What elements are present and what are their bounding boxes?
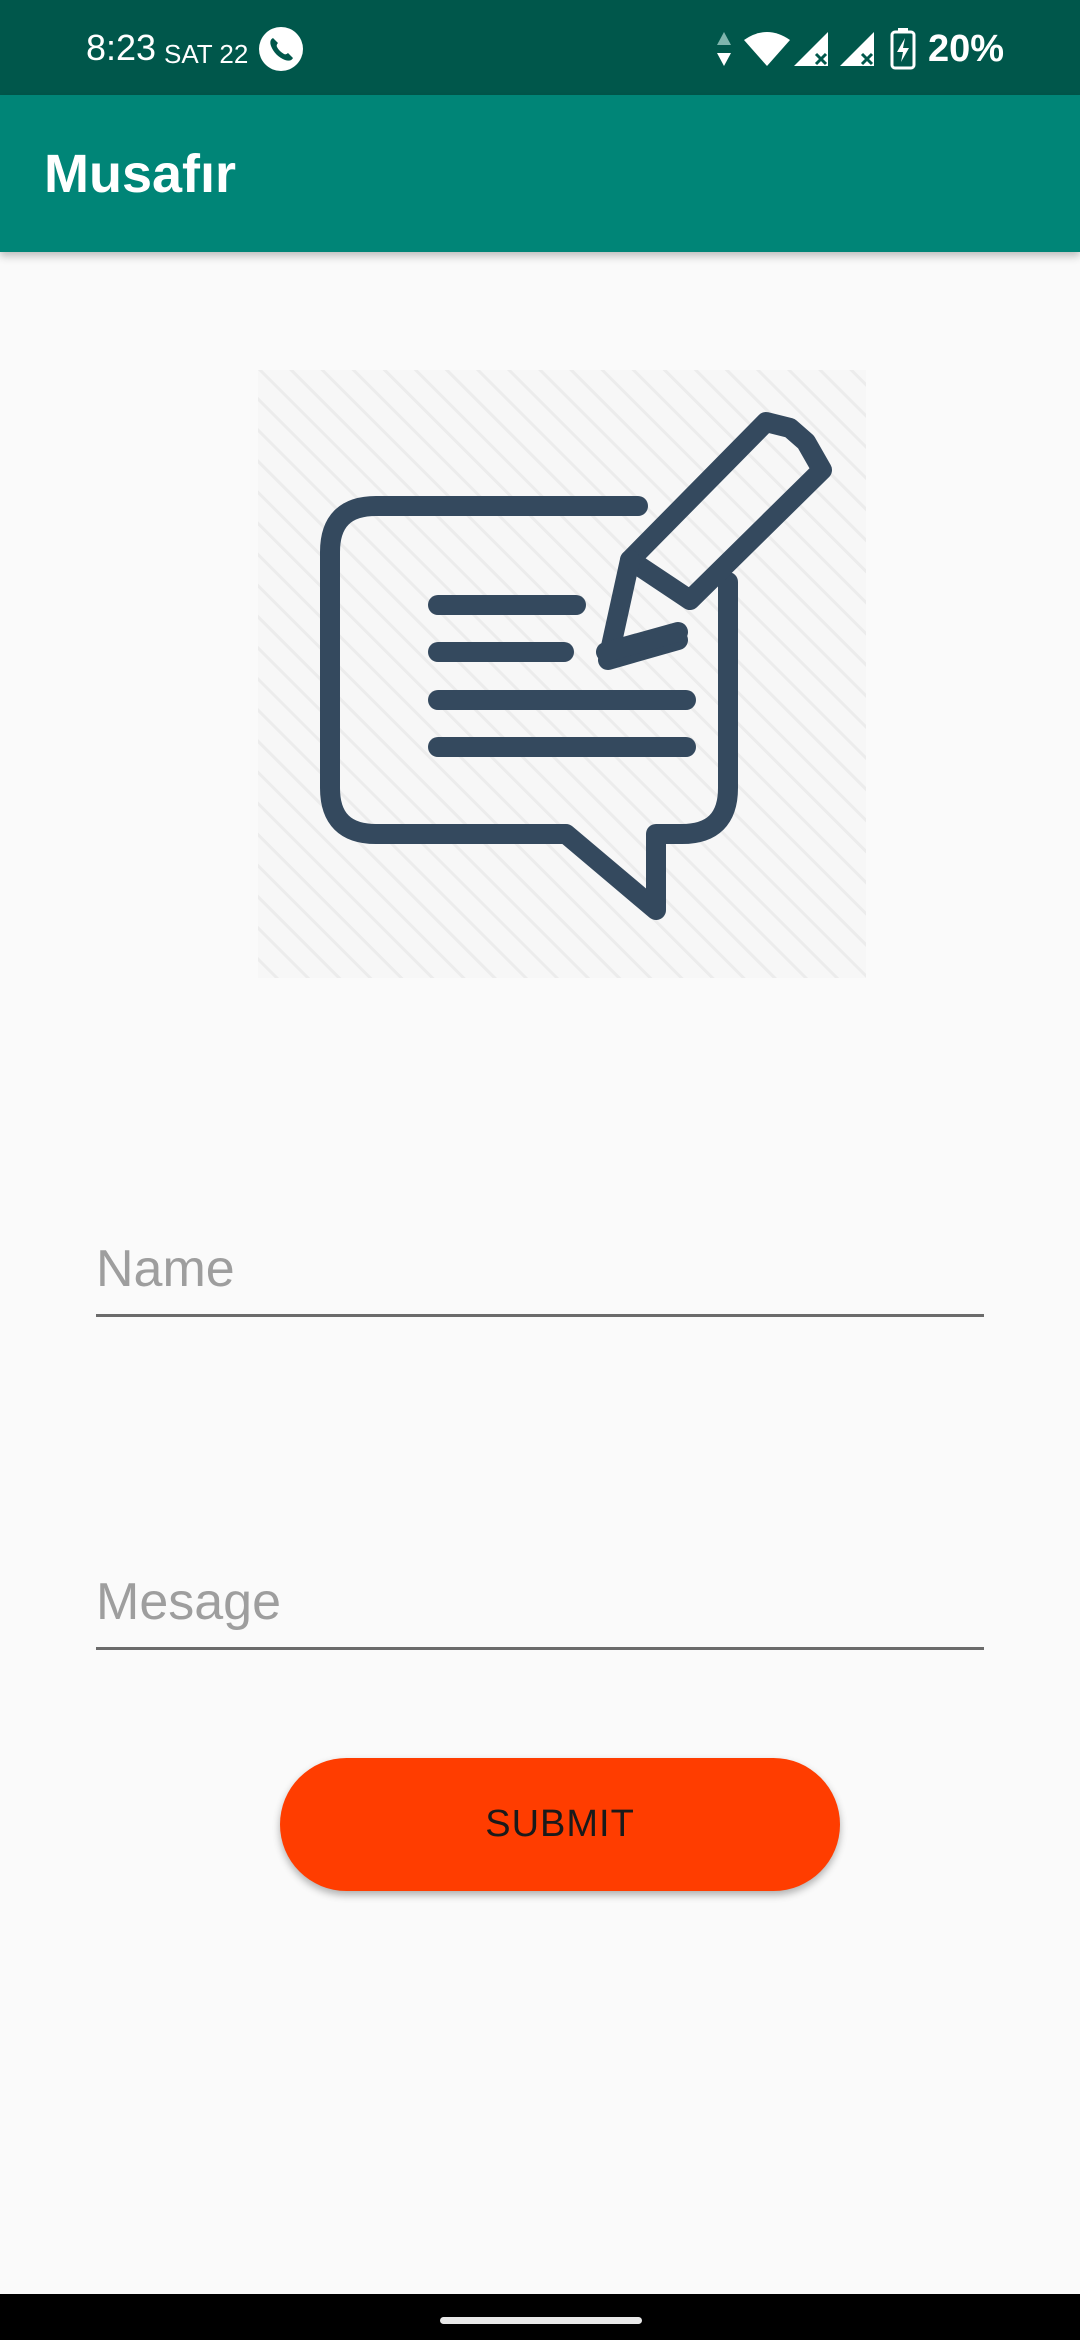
app-bar: Musafır xyxy=(0,95,1080,252)
message-field xyxy=(96,1540,984,1650)
battery-percent: 20% xyxy=(928,28,1005,70)
message-input[interactable] xyxy=(96,1567,984,1637)
data-arrows-icon xyxy=(717,32,731,66)
phone-icon xyxy=(259,27,303,71)
status-bar: 8:23 SAT 22 20% xyxy=(0,0,1080,95)
name-field xyxy=(96,1207,984,1317)
home-indicator[interactable] xyxy=(440,2317,642,2324)
signal-icon xyxy=(840,32,874,66)
name-input[interactable] xyxy=(96,1234,984,1304)
signal-icon xyxy=(794,32,828,66)
status-date: SAT 22 xyxy=(164,39,249,69)
submit-button[interactable]: SUBMIT xyxy=(280,1758,840,1891)
wifi-icon xyxy=(744,32,790,66)
status-time: 8:23 xyxy=(86,27,157,68)
app-title: Musafır xyxy=(44,144,237,204)
message-edit-icon xyxy=(258,370,866,978)
battery-charging-icon xyxy=(890,28,916,70)
